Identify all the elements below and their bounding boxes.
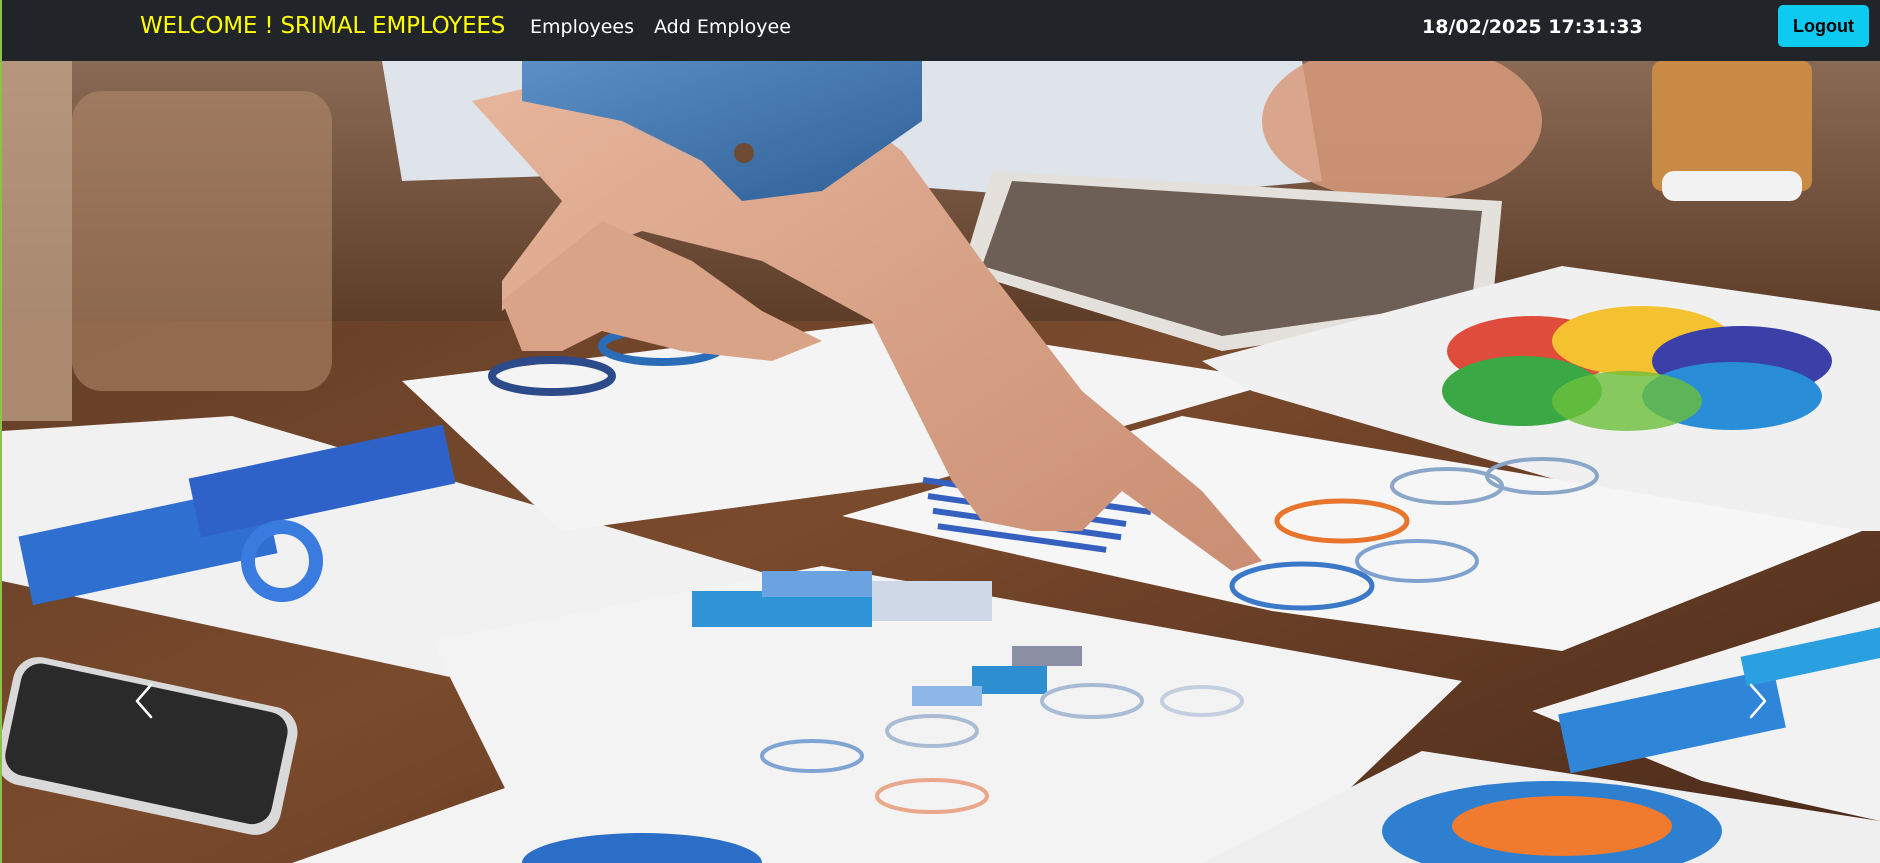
chevron-left-icon bbox=[135, 683, 153, 719]
top-navbar: WELCOME ! SRIMAL EMPLOYEES Employees Add… bbox=[2, 0, 1880, 61]
logout-button[interactable]: Logout bbox=[1778, 5, 1869, 47]
navbar-brand[interactable]: WELCOME ! SRIMAL EMPLOYEES bbox=[140, 13, 505, 39]
nav-link-employees[interactable]: Employees bbox=[530, 16, 634, 38]
hero-carousel bbox=[2, 61, 1880, 863]
carousel-prev-button[interactable] bbox=[114, 661, 174, 741]
chevron-right-icon bbox=[1749, 683, 1767, 719]
hero-slide-image bbox=[2, 61, 1880, 863]
carousel-next-button[interactable] bbox=[1728, 661, 1788, 741]
page: WELCOME ! SRIMAL EMPLOYEES Employees Add… bbox=[0, 0, 1880, 863]
nav-link-add-employee[interactable]: Add Employee bbox=[654, 16, 791, 38]
nav-links: Employees Add Employee bbox=[530, 16, 791, 38]
current-datetime: 18/02/2025 17:31:33 bbox=[1422, 16, 1643, 38]
